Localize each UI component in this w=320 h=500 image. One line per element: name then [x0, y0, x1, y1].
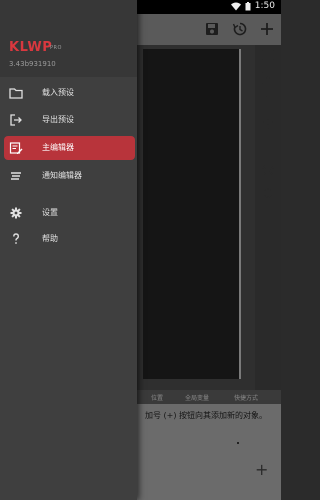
- tab-globals[interactable]: 全局变量: [185, 393, 209, 402]
- animation-icon[interactable]: [262, 187, 274, 199]
- dot-marker: [237, 442, 239, 444]
- tab-shortcuts[interactable]: 快捷方式: [234, 393, 258, 402]
- export-icon: [10, 114, 22, 126]
- editor-tabbar: 位置 全局变量 快捷方式: [137, 390, 281, 404]
- tab-position[interactable]: 位置: [151, 393, 163, 402]
- preview-mode-icon[interactable]: [262, 50, 274, 62]
- layers-icon[interactable]: [262, 118, 274, 130]
- drawer-header: KLWP PRO 3.43b931910: [0, 0, 137, 77]
- wifi-icon: [230, 2, 241, 10]
- lock-icon[interactable]: [262, 95, 274, 107]
- menu-item-label: 载入预设: [42, 88, 74, 97]
- clock: 1:50: [254, 1, 275, 11]
- menu-item-label: 帮助: [42, 234, 58, 243]
- menu-item-label: 导出预设: [42, 115, 74, 124]
- menu-item-label: 主编辑器: [42, 143, 74, 152]
- main-editor-icon: [9, 142, 23, 154]
- menu-item-label: 设置: [42, 208, 58, 217]
- menu-item-load-preset[interactable]: 载入预设: [0, 81, 137, 105]
- menu-item-label: 通知编辑器: [42, 171, 82, 180]
- pause-icon[interactable]: [262, 141, 274, 153]
- history-icon[interactable]: [232, 21, 248, 37]
- preview-screen: [143, 49, 241, 379]
- navigation-drawer: KLWP PRO 3.43b931910 载入预设 导出预设 主编辑器 通知编辑…: [0, 0, 137, 500]
- add-item-icon[interactable]: +: [255, 460, 268, 479]
- menu-item-help[interactable]: 帮助: [0, 227, 137, 251]
- app-name: KLWP: [9, 40, 53, 55]
- items-panel: 加号 (+) 按钮向其添加新的对象。 +: [137, 404, 281, 500]
- app-version: 3.43b931910: [9, 60, 56, 68]
- right-tool-rail: [255, 45, 281, 390]
- menu-item-settings[interactable]: 设置: [0, 201, 137, 225]
- save-icon[interactable]: [204, 21, 220, 37]
- focus-icon[interactable]: [262, 72, 274, 84]
- empty-hint: 加号 (+) 按钮向其添加新的对象。: [145, 411, 268, 420]
- folder-icon: [9, 88, 23, 99]
- notification-editor-icon: [11, 172, 21, 180]
- menu-item-main-editor[interactable]: 主编辑器: [4, 136, 135, 160]
- globe-icon[interactable]: [262, 164, 274, 176]
- help-icon: [13, 233, 20, 244]
- add-icon[interactable]: [259, 21, 275, 37]
- battery-icon: [245, 1, 251, 10]
- menu-item-export-preset[interactable]: 导出预设: [0, 108, 137, 132]
- gear-icon: [10, 207, 22, 219]
- preview-area: [137, 45, 255, 390]
- pro-badge: PRO: [50, 45, 62, 51]
- menu-item-notification-editor[interactable]: 通知编辑器: [0, 164, 137, 188]
